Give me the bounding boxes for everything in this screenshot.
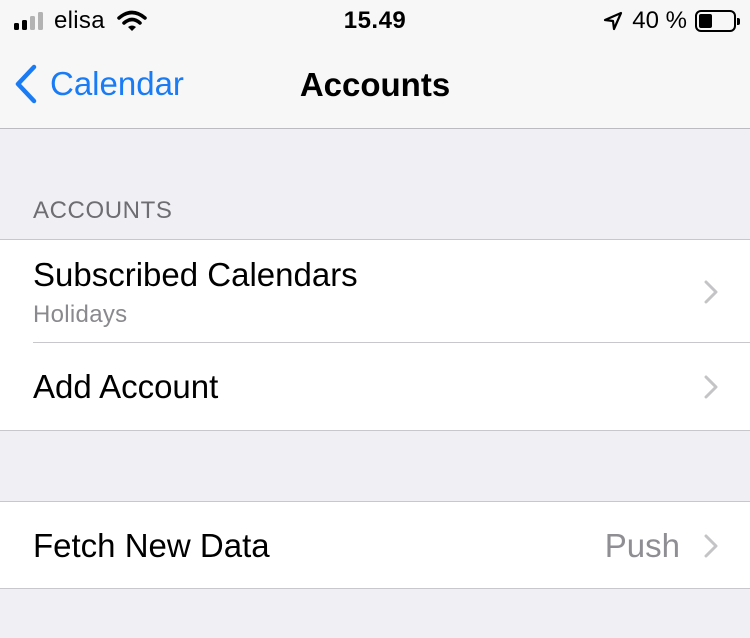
chevron-right-icon [704,375,718,399]
add-account-row[interactable]: Add Account [0,343,750,430]
chevron-right-icon [704,534,718,558]
chevron-right-icon [704,280,718,304]
subscribed-calendars-row[interactable]: Subscribed Calendars Holidays [0,240,750,343]
accounts-section-header: ACCOUNTS [33,197,173,224]
battery-icon [695,10,740,32]
location-arrow-icon [604,11,623,31]
navigation-bar: Calendar Accounts [0,42,750,129]
fetch-group: Fetch New Data Push [0,501,750,589]
page-title: Accounts [299,66,451,103]
row-value: Push [604,527,680,564]
row-title: Fetch New Data [33,527,270,564]
battery-level [699,14,712,28]
fetch-new-data-row[interactable]: Fetch New Data Push [0,502,750,588]
row-title: Add Account [33,368,219,405]
status-bar: elisa 15.49 40 % [0,0,750,42]
row-title: Subscribed Calendars [33,256,358,293]
battery-percent: 40 % [632,7,687,34]
accounts-group: Subscribed Calendars Holidays Add Accoun… [0,239,750,431]
status-right: 40 % [602,7,740,34]
row-subtitle: Holidays [33,301,128,328]
